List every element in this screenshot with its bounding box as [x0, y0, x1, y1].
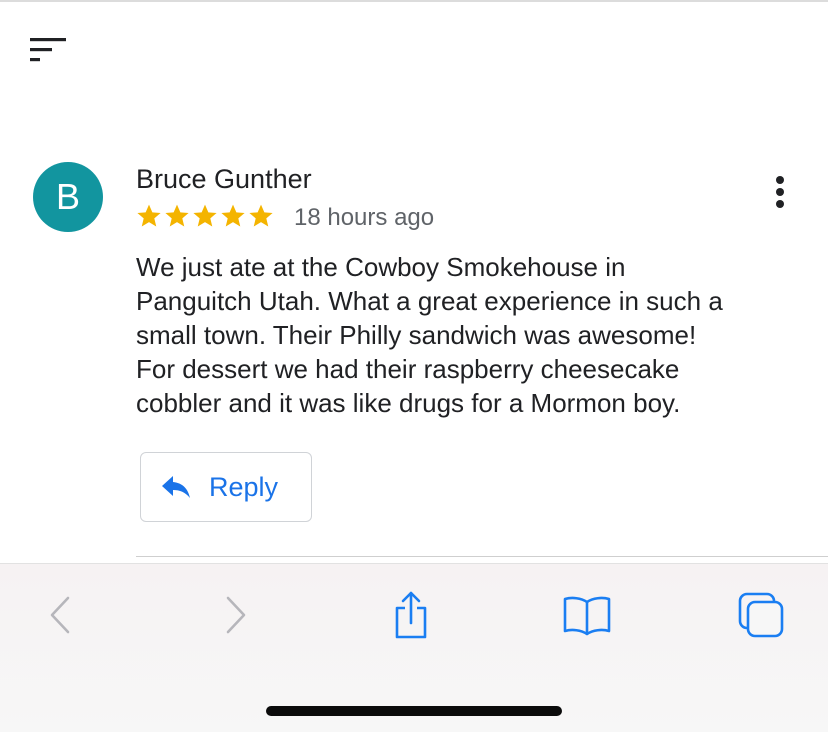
star-icon [193, 204, 217, 227]
reply-label: Reply [209, 471, 279, 502]
bookmarks-button[interactable] [560, 591, 614, 639]
chevron-left-icon [50, 596, 70, 634]
star-icon [249, 204, 273, 227]
browser-toolbar [0, 563, 828, 732]
reply-arrow-icon [162, 476, 190, 498]
top-border [0, 0, 828, 2]
share-icon [395, 591, 427, 639]
tabs-icon [738, 592, 784, 638]
review-line: For dessert we had their raspberry chees… [136, 354, 680, 384]
sort-icon[interactable] [28, 36, 68, 66]
share-button[interactable] [386, 591, 436, 639]
star-icon [137, 204, 161, 227]
star-icon [221, 204, 245, 227]
review-line: cobbler and it was like drugs for a Morm… [136, 388, 681, 418]
review-time: 18 hours ago [294, 204, 435, 231]
more-vert-icon[interactable] [760, 174, 800, 214]
review-line: Panguitch Utah. What a great experience … [136, 286, 723, 316]
divider [136, 556, 828, 557]
star-rating [136, 203, 276, 229]
tabs-button[interactable] [736, 591, 786, 639]
home-indicator[interactable] [266, 706, 562, 716]
review-text: We just ate at the Cowboy Smokehouse in … [136, 250, 796, 420]
reply-button[interactable]: Reply [140, 452, 312, 522]
star-icon [165, 204, 189, 227]
review-line: We just ate at the Cowboy Smokehouse in [136, 252, 626, 282]
avatar[interactable]: B [33, 162, 103, 232]
back-button[interactable] [38, 591, 82, 639]
chevron-right-icon [226, 596, 246, 634]
reviewer-name[interactable]: Bruce Gunther [136, 164, 312, 195]
forward-button[interactable] [214, 591, 258, 639]
review-line: small town. Their Philly sandwich was aw… [136, 320, 697, 350]
book-icon [563, 596, 611, 636]
